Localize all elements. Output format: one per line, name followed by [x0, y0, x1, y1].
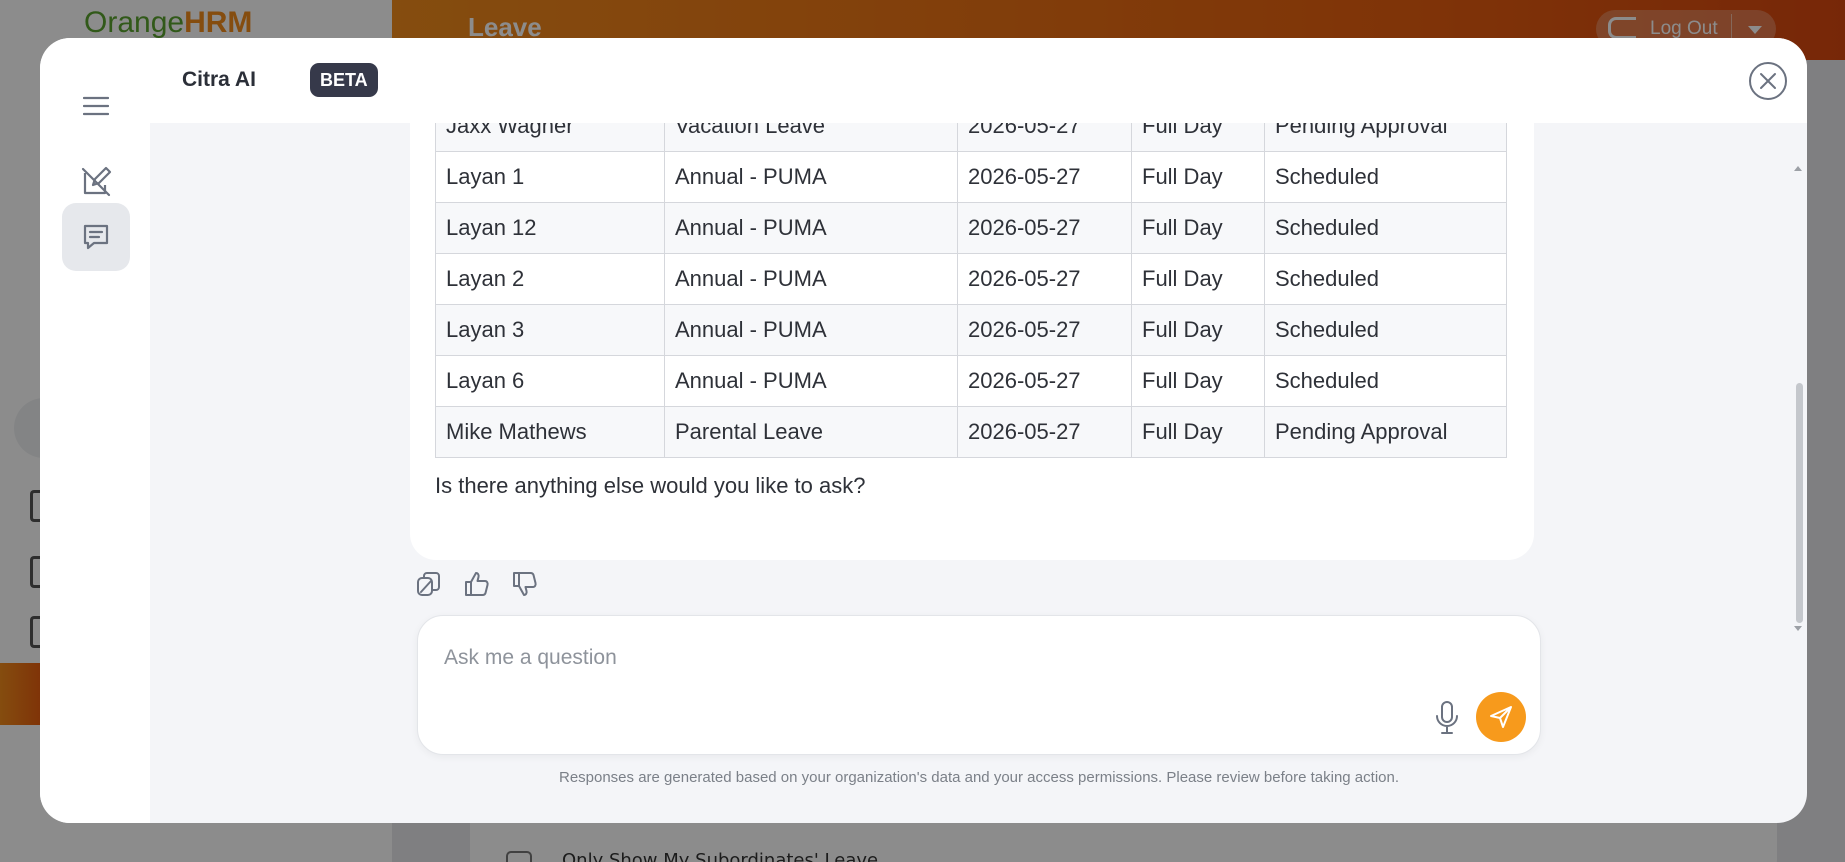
chat-scrollbar[interactable] — [1796, 383, 1803, 623]
citra-ai-modal: Citra AI BETA Jaxx Wagner Vacation Leave 2… — [40, 38, 1807, 823]
table-cell: Layan 6 — [435, 355, 665, 407]
disclaimer-text: Responses are generated based on your or… — [558, 769, 1400, 786]
beta-badge: BETA — [310, 63, 378, 97]
table-cell: Annual - PUMA — [664, 304, 958, 356]
table-cell: Layan 12 — [435, 202, 665, 254]
copy-button[interactable] — [415, 570, 443, 598]
table-row: Layan 3 Annual - PUMA 2026-05-27 Full Day Sc… — [435, 304, 1507, 356]
thumbs-down-button[interactable] — [511, 570, 539, 598]
table-cell: Full Day — [1131, 151, 1265, 203]
table-cell: Layan 3 — [435, 304, 665, 356]
scroll-down-arrow[interactable] — [1794, 626, 1802, 631]
table-cell: Pending Approval — [1264, 123, 1507, 152]
table-cell: Annual - PUMA — [664, 202, 958, 254]
table-cell: 2026-05-27 — [957, 202, 1132, 254]
left-rail — [40, 38, 150, 823]
microphone-button[interactable] — [1431, 698, 1463, 738]
table-cell: Scheduled — [1264, 202, 1507, 254]
copy-icon — [417, 572, 440, 596]
table-row: Mike Mathews Parental Leave 2026-05-27 Full… — [435, 406, 1507, 458]
chat-history-button[interactable] — [62, 203, 130, 271]
table-cell: Full Day — [1131, 202, 1265, 254]
table-cell: Layan 2 — [435, 253, 665, 305]
leave-table: Jaxx Wagner Vacation Leave 2026-05-27 Full … — [435, 123, 1507, 458]
message-feedback — [415, 570, 539, 598]
chat-history-icon — [83, 224, 109, 250]
table-cell: Full Day — [1131, 304, 1265, 356]
thumbs-down-icon — [513, 572, 537, 596]
table-cell: Pending Approval — [1264, 406, 1507, 458]
table-cell: 2026-05-27 — [957, 253, 1132, 305]
table-row: Jaxx Wagner Vacation Leave 2026-05-27 Full … — [435, 123, 1507, 152]
assistant-message: Jaxx Wagner Vacation Leave 2026-05-27 Full … — [410, 123, 1534, 560]
table-cell: 2026-05-27 — [957, 123, 1132, 152]
composer — [417, 615, 1541, 755]
table-cell: Scheduled — [1264, 151, 1507, 203]
table-cell: Scheduled — [1264, 253, 1507, 305]
table-cell: Vacation Leave — [664, 123, 958, 152]
send-icon — [1490, 706, 1512, 728]
table-cell: Full Day — [1131, 253, 1265, 305]
table-cell: Annual - PUMA — [664, 253, 958, 305]
thumbs-up-button[interactable] — [463, 570, 491, 598]
table-cell: Annual - PUMA — [664, 355, 958, 407]
menu-button[interactable] — [62, 72, 130, 140]
table-cell: Scheduled — [1264, 355, 1507, 407]
table-cell: 2026-05-27 — [957, 304, 1132, 356]
microphone-icon — [1436, 701, 1458, 734]
table-row: Layan 2 Annual - PUMA 2026-05-27 Full Day Sc… — [435, 253, 1507, 305]
table-cell: 2026-05-27 — [957, 151, 1132, 203]
table-cell: Full Day — [1131, 123, 1265, 152]
table-cell: Layan 1 — [435, 151, 665, 203]
new-chat-icon — [81, 166, 112, 197]
scroll-up-arrow[interactable] — [1794, 166, 1802, 171]
table-row: Layan 1 Annual - PUMA 2026-05-27 Full Day Sc… — [435, 151, 1507, 203]
assistant-title: Citra AI — [182, 68, 256, 91]
table-cell: Full Day — [1131, 355, 1265, 407]
menu-icon — [83, 96, 109, 116]
table-cell: Scheduled — [1264, 304, 1507, 356]
table-cell: Mike Mathews — [435, 406, 665, 458]
table-row: Layan 12 Annual - PUMA 2026-05-27 Full Day S… — [435, 202, 1507, 254]
question-input[interactable] — [444, 638, 1444, 678]
close-button[interactable] — [1749, 62, 1787, 100]
thumbs-up-icon — [465, 572, 489, 596]
modal-header: Citra AI BETA — [150, 38, 1807, 123]
send-button[interactable] — [1476, 692, 1526, 742]
table-cell: Parental Leave — [664, 406, 958, 458]
table-cell: 2026-05-27 — [957, 355, 1132, 407]
table-cell: 2026-05-27 — [957, 406, 1132, 458]
close-icon — [1760, 73, 1776, 89]
table-row: Layan 6 Annual - PUMA 2026-05-27 Full Day Sc… — [435, 355, 1507, 407]
table-cell: Jaxx Wagner — [435, 123, 665, 152]
followup-text: Is there anything else would you like to… — [435, 473, 866, 498]
table-cell: Annual - PUMA — [664, 151, 958, 203]
table-cell: Full Day — [1131, 406, 1265, 458]
